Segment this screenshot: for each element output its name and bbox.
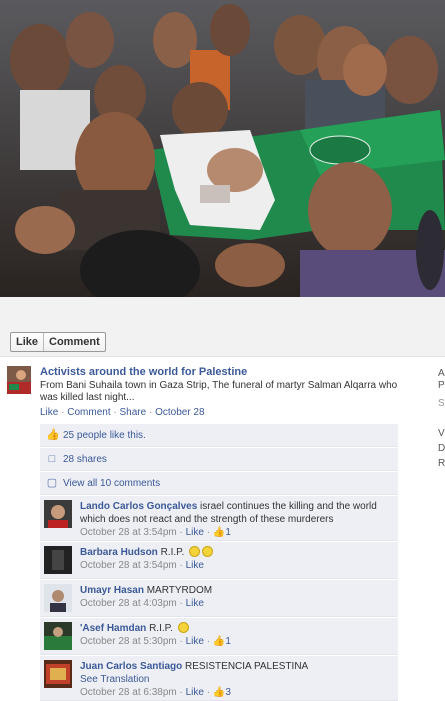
comment-item: Barbara Hudson R.I.P. October 28 at 3:54… xyxy=(40,542,398,579)
post-text: From Bani Suhaila town in Gaza Strip, Th… xyxy=(40,380,398,403)
comment-like-link[interactable]: Like xyxy=(186,527,204,538)
comment-item: Umayr Hasan MARTYRDOM October 28 at 4:03… xyxy=(40,580,398,617)
comment-time[interactable]: October 28 at 5:30pm xyxy=(80,636,177,647)
shares-row[interactable]: □ 28 shares xyxy=(40,448,398,471)
post-timestamp-link[interactable]: October 28 xyxy=(155,407,204,418)
comment-text: RESISTENCIA PALESTINA xyxy=(185,661,309,672)
commenter-name[interactable]: 'Asef Hamdan xyxy=(80,623,146,634)
comment-time[interactable]: October 28 at 4:03pm xyxy=(80,598,177,609)
comment-like-link[interactable]: Like xyxy=(186,636,204,647)
thumbs-up-icon: 👍 xyxy=(212,687,226,698)
commenter-avatar[interactable] xyxy=(44,546,72,574)
post-comment-link[interactable]: Comment xyxy=(67,407,110,418)
comment-meta: October 28 at 5:30pm · Like · 👍1 xyxy=(80,636,231,647)
right-column-fragment: A P S xyxy=(438,368,445,410)
commenter-avatar-image xyxy=(44,500,72,528)
comment-time[interactable]: October 28 at 3:54pm xyxy=(80,560,177,571)
comment-like-count[interactable]: 1 xyxy=(225,527,231,538)
commenter-avatar[interactable] xyxy=(44,500,72,528)
comment-meta: October 28 at 6:38pm · Like · 👍3 xyxy=(80,687,231,698)
commenter-avatar-image xyxy=(44,660,72,688)
share-icon: □ xyxy=(48,453,56,465)
thumbs-up-icon: 👍 xyxy=(212,636,226,647)
comment-time[interactable]: October 28 at 3:54pm xyxy=(80,527,177,538)
comment-item: Lando Carlos Gonçalves israel continues … xyxy=(40,496,398,541)
view-all-comments-row[interactable]: ▢ View all 10 comments xyxy=(40,472,398,495)
shares-text[interactable]: 28 shares xyxy=(63,454,107,465)
right-column-fragment: V D R xyxy=(438,428,445,470)
comment-meta: October 28 at 3:54pm · Like · 👍1 xyxy=(80,527,231,538)
sad-emoticon-icon xyxy=(177,622,189,633)
comment-button[interactable]: Comment xyxy=(43,333,105,351)
comment-meta: October 28 at 4:03pm · Like xyxy=(80,598,204,609)
right-col-char: P xyxy=(438,380,445,391)
comment-like-count[interactable]: 1 xyxy=(225,636,231,647)
commenter-name[interactable]: Umayr Hasan xyxy=(80,585,144,596)
post-photo[interactable] xyxy=(0,0,445,297)
likes-summary-text[interactable]: 25 people like this. xyxy=(63,430,146,441)
comment-like-count[interactable]: 3 xyxy=(225,687,231,698)
comment-item: 'Asef Hamdan R.I.P. October 28 at 5:30pm… xyxy=(40,618,398,655)
thumbs-up-icon: 👍 xyxy=(212,527,226,538)
funeral-photo-image xyxy=(0,0,445,297)
comment-text: MARTYRDOM xyxy=(146,585,213,596)
comment-text: R.I.P. xyxy=(149,623,173,634)
commenter-avatar-image xyxy=(44,546,72,574)
like-button[interactable]: Like xyxy=(11,333,43,351)
feedback-section: 👍 25 people like this. □ 28 shares ▢ Vie… xyxy=(40,424,398,701)
likes-summary-row[interactable]: 👍 25 people like this. xyxy=(40,424,398,447)
comment-like-link[interactable]: Like xyxy=(186,560,204,571)
comment-like-link[interactable]: Like xyxy=(186,598,204,609)
comment-item: Juan Carlos Santiago RESISTENCIA PALESTI… xyxy=(40,656,398,701)
sad-emoticon-icon xyxy=(189,546,201,557)
post-like-link[interactable]: Like xyxy=(40,407,58,418)
right-col-char: A xyxy=(438,368,445,379)
right-col-char: D xyxy=(438,443,445,454)
sad-emoticon-icon xyxy=(202,546,214,557)
see-translation-link[interactable]: See Translation xyxy=(80,674,150,685)
comment-time[interactable]: October 28 at 6:38pm xyxy=(80,687,177,698)
page-avatar-image xyxy=(7,366,31,394)
commenter-avatar[interactable] xyxy=(44,660,72,688)
post-share-link[interactable]: Share xyxy=(120,407,147,418)
commenter-avatar-image xyxy=(44,584,72,612)
comment-like-link[interactable]: Like xyxy=(186,687,204,698)
comment-text: R.I.P. xyxy=(160,547,185,558)
right-col-char: V xyxy=(438,428,445,439)
comment-meta: October 28 at 3:54pm · Like xyxy=(80,560,204,571)
view-all-comments-link[interactable]: View all 10 comments xyxy=(63,478,160,489)
thumbs-up-icon: 👍 xyxy=(46,429,60,441)
like-comment-bar: Like Comment xyxy=(10,332,106,352)
commenter-name[interactable]: Lando Carlos Gonçalves xyxy=(80,501,197,512)
post-actions: Like · Comment · Share · October 28 xyxy=(40,406,410,420)
page-avatar[interactable] xyxy=(7,366,31,394)
post-author-link[interactable]: Activists around the world for Palestine xyxy=(40,366,410,379)
comment-bubble-icon: ▢ xyxy=(46,477,58,489)
right-col-char: R xyxy=(438,458,445,469)
commenter-name[interactable]: Juan Carlos Santiago xyxy=(80,661,182,672)
right-col-char: S xyxy=(438,398,445,409)
commenter-avatar-image xyxy=(44,622,72,650)
commenter-avatar[interactable] xyxy=(44,622,72,650)
commenter-avatar[interactable] xyxy=(44,584,72,612)
commenter-name[interactable]: Barbara Hudson xyxy=(80,547,158,558)
